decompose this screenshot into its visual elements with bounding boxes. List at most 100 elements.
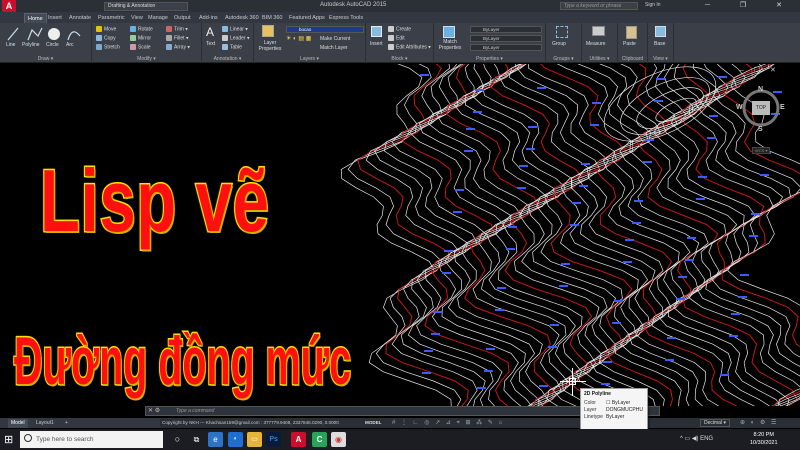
taskbar-clock[interactable]: 8:20 PM 10/30/2021 [750,431,778,447]
fillet-button[interactable]: Fillet ▾ [166,35,188,41]
tab-output[interactable]: Output [171,13,194,23]
command-input[interactable]: Type a command [176,408,214,414]
model-space-toggle[interactable]: MODEL [365,420,382,425]
arc-button[interactable]: Arc [66,42,74,48]
compass-south[interactable]: S [758,126,763,133]
add-layout-button[interactable]: + [62,419,71,428]
line-button[interactable]: Line [6,42,15,48]
taskbar-search-input[interactable]: Type here to search [20,431,163,448]
viewcube-top-face[interactable]: TOP [752,101,770,115]
compass-west[interactable]: W [736,104,743,111]
file-explorer-icon[interactable]: ▭ [247,432,262,447]
edit-block-button[interactable]: Edit [388,35,405,41]
linetype-dropdown[interactable]: ByLayer [470,44,542,51]
autocad-logo-button[interactable]: A [2,0,16,12]
match-properties-button[interactable]: Match Properties [436,39,464,51]
scale-button[interactable]: Scale [130,44,151,50]
elevation-label-mark [453,211,462,213]
tab-express-tools[interactable]: Express Tools [326,13,366,23]
mirror-button[interactable]: Mirror [130,35,151,41]
viewcube[interactable]: N W E S TOP [730,86,790,148]
edge-icon[interactable]: e [208,432,223,447]
paste-button[interactable]: Paste [623,41,636,47]
units-dropdown[interactable]: Decimal ▾ [700,419,730,427]
layer-dropdown[interactable]: bocao [286,26,364,33]
layer-properties-icon [262,25,274,37]
tab-manage[interactable]: Manage [145,13,171,23]
command-line-close-icon[interactable]: ✕ ⚙ [148,407,160,414]
stretch-button[interactable]: Stretch [96,44,120,50]
groups-panel-label[interactable]: Groups ▾ [546,56,581,62]
table-button[interactable]: Table [222,44,242,50]
insert-button[interactable]: Insert [370,41,383,47]
tab-annotate[interactable]: Annotate [66,13,94,23]
tab-view[interactable]: View [128,13,146,23]
photoshop-icon[interactable]: Ps [266,432,281,447]
lineweight-dropdown[interactable]: ByLayer [470,35,542,42]
layer-tools-icons[interactable]: ☀ ◐ ▤ ▦ [286,35,311,42]
sign-in-button[interactable]: Sign In [645,2,661,8]
move-button[interactable]: Move [96,26,116,32]
tab-home[interactable]: Home [24,13,47,23]
create-block-button[interactable]: Create [388,26,411,32]
draw-panel: Line Polyline Circle Arc Draw ▾ [0,23,92,63]
properties-panel-label[interactable]: Properties ▾ [434,56,545,62]
match-layer-button[interactable]: Match Layer [320,45,348,51]
viewport-controls[interactable]: – ☐ ✕ [740,66,780,74]
window-controls[interactable]: ─ ❐ ✕ [705,1,796,9]
clipboard-panel-label[interactable]: Clipboard [618,56,647,62]
tab-featured-apps[interactable]: Featured Apps [286,13,328,23]
annotation-panel-label[interactable]: Annotation ▾ [202,56,253,62]
scale-icon [130,44,136,50]
tab-add-ins[interactable]: Add-ins [196,13,221,23]
contour-line [402,64,510,406]
array-button[interactable]: Array ▾ [166,44,190,50]
make-current-button[interactable]: Make Current [320,36,350,42]
group-button[interactable]: Group [552,41,566,47]
elevation-label-mark [424,350,433,352]
drawing-canvas[interactable]: Lisp vẽ Đường đồng mức [0,64,800,406]
tab-model[interactable]: Model [8,419,28,428]
status-right-icons[interactable]: ⊕ ◐ ⚙ ☰ [740,419,778,426]
task-switch-icon[interactable]: ⧉ [189,432,204,447]
keyword-search-input[interactable]: Type a keyword or phrase [560,2,638,10]
start-button[interactable]: ⊞ [4,433,13,446]
layers-panel-label[interactable]: Layers ▾ [254,56,365,62]
draw-panel-label[interactable]: Draw ▾ [0,56,91,62]
tab-parametric[interactable]: Parametric [95,13,128,23]
edge-chromium-icon[interactable]: ◐ [228,432,243,447]
linear-dim-button[interactable]: Linear ▾ [222,26,248,32]
system-tray[interactable]: ^ ▭ ◀) ENG [680,435,713,442]
chrome-icon[interactable]: ◉ [331,432,346,447]
drafting-aids-icons[interactable]: # ⋮ ∟ ◎ ↗ ⊿ ⌖ ⊞ ⁂ ✎ ⌂ [392,419,504,427]
compass-north[interactable]: N [758,86,763,93]
tab-insert[interactable]: Insert [45,13,65,23]
camtasia-icon[interactable]: C [312,432,327,447]
modify-panel-label[interactable]: Modify ▾ [92,56,201,62]
workspace-dropdown[interactable]: Drafting & Annotation [104,2,188,11]
base-view-button[interactable]: Base [654,41,665,47]
tab-bim-360[interactable]: BIM 360 [259,13,285,23]
tab-layout1[interactable]: Layout1 [33,419,57,428]
polyline-button[interactable]: Polyline [22,42,40,48]
autocad-taskbar-icon[interactable]: A [291,432,306,447]
circle-button[interactable]: Circle [46,42,59,48]
copy-button[interactable]: Copy [96,35,116,41]
utilities-panel-label[interactable]: Utilities ▾ [582,56,617,62]
ucs-dropdown[interactable]: WCS ▾ [752,147,771,154]
task-view-icon[interactable]: ○ [170,432,185,447]
elevation-label-mark [676,298,685,300]
rotate-button[interactable]: Rotate [130,26,153,32]
color-dropdown[interactable]: ByLayer [470,26,542,33]
tab-autodesk-360[interactable]: Autodesk 360 [222,13,262,23]
text-button[interactable]: Text [206,41,215,47]
trim-button[interactable]: Trim ▾ [166,26,188,32]
layer-properties-button[interactable]: Layer Properties [257,40,283,52]
measure-button[interactable]: Measure [586,41,605,47]
block-panel-label[interactable]: Block ▾ [366,56,433,62]
edit-attributes-button[interactable]: Edit Attributes ▾ [388,44,431,50]
compass-east[interactable]: E [780,104,785,111]
elevation-label-mark [506,248,515,250]
view-panel-label[interactable]: View ▾ [648,56,673,62]
leader-button[interactable]: Leader ▾ [222,35,249,41]
